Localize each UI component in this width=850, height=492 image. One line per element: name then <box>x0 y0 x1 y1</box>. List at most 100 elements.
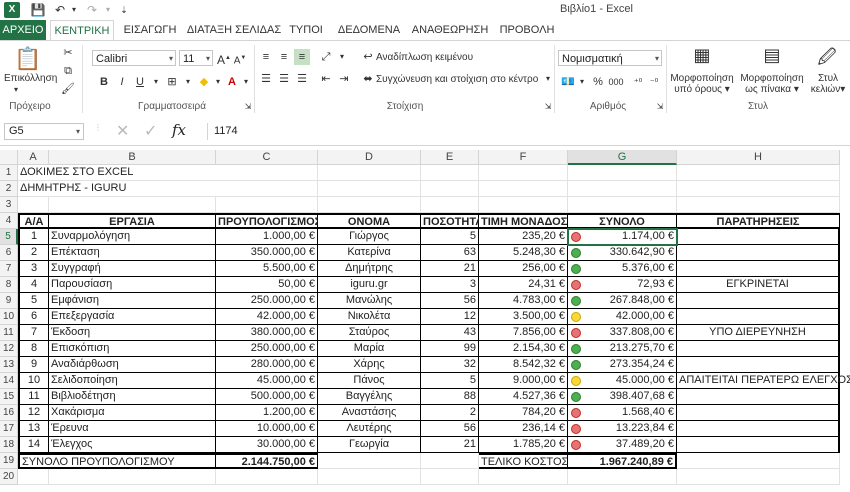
table-header-c[interactable]: ΠΡΟΥΠΟΛΟΓΙΣΜΟΣ <box>216 213 321 229</box>
cell-h20[interactable] <box>677 469 840 485</box>
table-row[interactable]: Νικολέτα <box>318 309 421 325</box>
italic-button[interactable]: I <box>114 74 130 90</box>
table-row[interactable]: 4.527,36 € <box>479 389 568 405</box>
table-row[interactable]: 213.275,70 € <box>568 341 677 357</box>
table-row[interactable]: 12 <box>18 405 49 421</box>
table-header-g[interactable]: ΣΥΝΟΛΟ <box>568 213 677 229</box>
cell-styles-button[interactable]: Στυλ κελιών▾ <box>808 73 848 95</box>
table-header-f[interactable]: ΤΙΜΗ ΜΟΝΑΔΟΣ <box>479 213 568 229</box>
decrease-font-icon[interactable]: A▼ <box>232 50 248 66</box>
table-header-d[interactable]: ΟΝΟΜΑ <box>318 213 421 229</box>
table-row[interactable] <box>677 357 840 373</box>
table-row[interactable]: 1.174,00 € <box>568 229 677 245</box>
row-header-8[interactable]: 8 <box>0 277 18 293</box>
cell-e19[interactable] <box>421 453 479 469</box>
row-header-6[interactable]: 6 <box>0 245 18 261</box>
table-row[interactable] <box>677 405 840 421</box>
row-header-5[interactable]: 5 <box>0 229 18 245</box>
cell-h3[interactable] <box>677 197 840 213</box>
table-row[interactable]: Μαρία <box>318 341 421 357</box>
decrease-indent-icon[interactable]: ⇤ <box>318 71 334 87</box>
final-cost-value[interactable]: 1.967.240,89 € <box>568 453 677 469</box>
table-row[interactable]: ΥΠΟ ΔΙΕΡΕΥΝΗΣΗ <box>677 325 840 341</box>
table-row[interactable]: 63 <box>421 245 479 261</box>
table-row[interactable]: 37.489,20 € <box>568 437 677 453</box>
cell-e2[interactable] <box>421 181 479 197</box>
cut-icon[interactable]: ✂ <box>60 45 76 61</box>
align-bottom-icon[interactable]: ≡ <box>294 49 310 65</box>
table-row[interactable]: 1.200,00 € <box>216 405 318 421</box>
cell-a20[interactable] <box>18 469 49 485</box>
table-row[interactable]: 500.000,00 € <box>216 389 318 405</box>
table-row[interactable]: 24,31 € <box>479 277 568 293</box>
total-budget-value[interactable]: 2.144.750,00 € <box>216 453 318 469</box>
wrap-text-icon[interactable]: ↩ <box>360 49 376 65</box>
table-header-a[interactable]: Α/Α <box>18 213 49 229</box>
cell-d3[interactable] <box>318 197 421 213</box>
column-header-c[interactable]: C <box>216 150 318 165</box>
cell-b20[interactable] <box>49 469 216 485</box>
row-header-19[interactable]: 19 <box>0 453 18 469</box>
table-row[interactable]: Επισκόπιση <box>49 341 216 357</box>
row-header-2[interactable]: 2 <box>0 181 18 197</box>
cell-c2[interactable] <box>216 181 318 197</box>
tab-data[interactable]: ΔΕΔΟΜΕΝΑ <box>334 20 404 40</box>
column-header-g[interactable]: G <box>568 150 677 165</box>
row-header-3[interactable]: 3 <box>0 197 18 213</box>
tab-view[interactable]: ΠΡΟΒΟΛΗ <box>498 20 556 40</box>
table-row[interactable] <box>677 229 840 245</box>
select-all-corner[interactable] <box>0 150 18 165</box>
table-row[interactable]: 1.000,00 € <box>216 229 318 245</box>
table-row[interactable]: 8.542,32 € <box>479 357 568 373</box>
borders-dropdown-icon[interactable]: ▾ <box>180 74 196 90</box>
table-row[interactable]: 2 <box>18 245 49 261</box>
table-row[interactable]: 2 <box>421 405 479 421</box>
increase-font-icon[interactable]: A▲ <box>216 50 232 67</box>
cell-f20[interactable] <box>479 469 568 485</box>
column-header-d[interactable]: D <box>318 150 421 165</box>
table-row[interactable]: 380.000,00 € <box>216 325 318 341</box>
table-row[interactable] <box>677 293 840 309</box>
table-row[interactable]: 5.376,00 € <box>568 261 677 277</box>
table-row[interactable]: 273.354,24 € <box>568 357 677 373</box>
table-row[interactable]: 42.000,00 € <box>216 309 318 325</box>
table-row[interactable]: 267.848,00 € <box>568 293 677 309</box>
table-row[interactable]: Εμφάνιση <box>49 293 216 309</box>
column-header-h[interactable]: H <box>677 150 840 165</box>
table-row[interactable]: Σελιδοποίηση <box>49 373 216 389</box>
table-row[interactable]: 13.223,84 € <box>568 421 677 437</box>
table-row[interactable]: 72,93 € <box>568 277 677 293</box>
cell-c1[interactable] <box>216 165 318 181</box>
table-row[interactable]: 11 <box>18 389 49 405</box>
table-row[interactable] <box>677 261 840 277</box>
cell-d1[interactable] <box>318 165 421 181</box>
table-row[interactable]: Συγγραφή <box>49 261 216 277</box>
table-row[interactable]: 7 <box>18 325 49 341</box>
table-row[interactable]: 21 <box>421 261 479 277</box>
format-as-table-button[interactable]: Μορφοποίηση ως πίνακα ▾ <box>738 73 806 95</box>
increase-indent-icon[interactable]: ⇥ <box>336 71 352 87</box>
table-row[interactable]: Συναρμολόγηση <box>49 229 216 245</box>
table-row[interactable]: 5.248,30 € <box>479 245 568 261</box>
sheet-title[interactable]: ΔΟΚΙΜΕΣ ΣΤΟ EXCEL <box>18 165 218 181</box>
cell-d20[interactable] <box>318 469 421 485</box>
table-row[interactable]: 45.000,00 € <box>216 373 318 389</box>
table-row[interactable] <box>677 341 840 357</box>
copy-icon[interactable]: ⧉ <box>60 63 76 79</box>
table-row[interactable]: 5 <box>18 293 49 309</box>
customize-quick-access-icon[interactable]: ⇣ <box>116 2 132 18</box>
table-row[interactable]: 2.154,30 € <box>479 341 568 357</box>
align-middle-icon[interactable]: ≡ <box>276 49 292 65</box>
row-header-13[interactable]: 13 <box>0 357 18 373</box>
table-row[interactable]: 7.856,00 € <box>479 325 568 341</box>
cell-d19[interactable] <box>318 453 421 469</box>
table-row[interactable]: Γιώργος <box>318 229 421 245</box>
increase-decimal-icon[interactable]: ⁺⁰ <box>630 74 646 90</box>
column-header-a[interactable]: A <box>18 150 49 165</box>
row-header-15[interactable]: 15 <box>0 389 18 405</box>
merge-center-button[interactable]: Συγχώνευση και στοίχιση στο κέντρο <box>376 74 538 85</box>
row-header-17[interactable]: 17 <box>0 421 18 437</box>
save-icon[interactable]: 💾 <box>30 2 46 18</box>
cell-f3[interactable] <box>479 197 568 213</box>
table-row[interactable]: Παρουσίαση <box>49 277 216 293</box>
